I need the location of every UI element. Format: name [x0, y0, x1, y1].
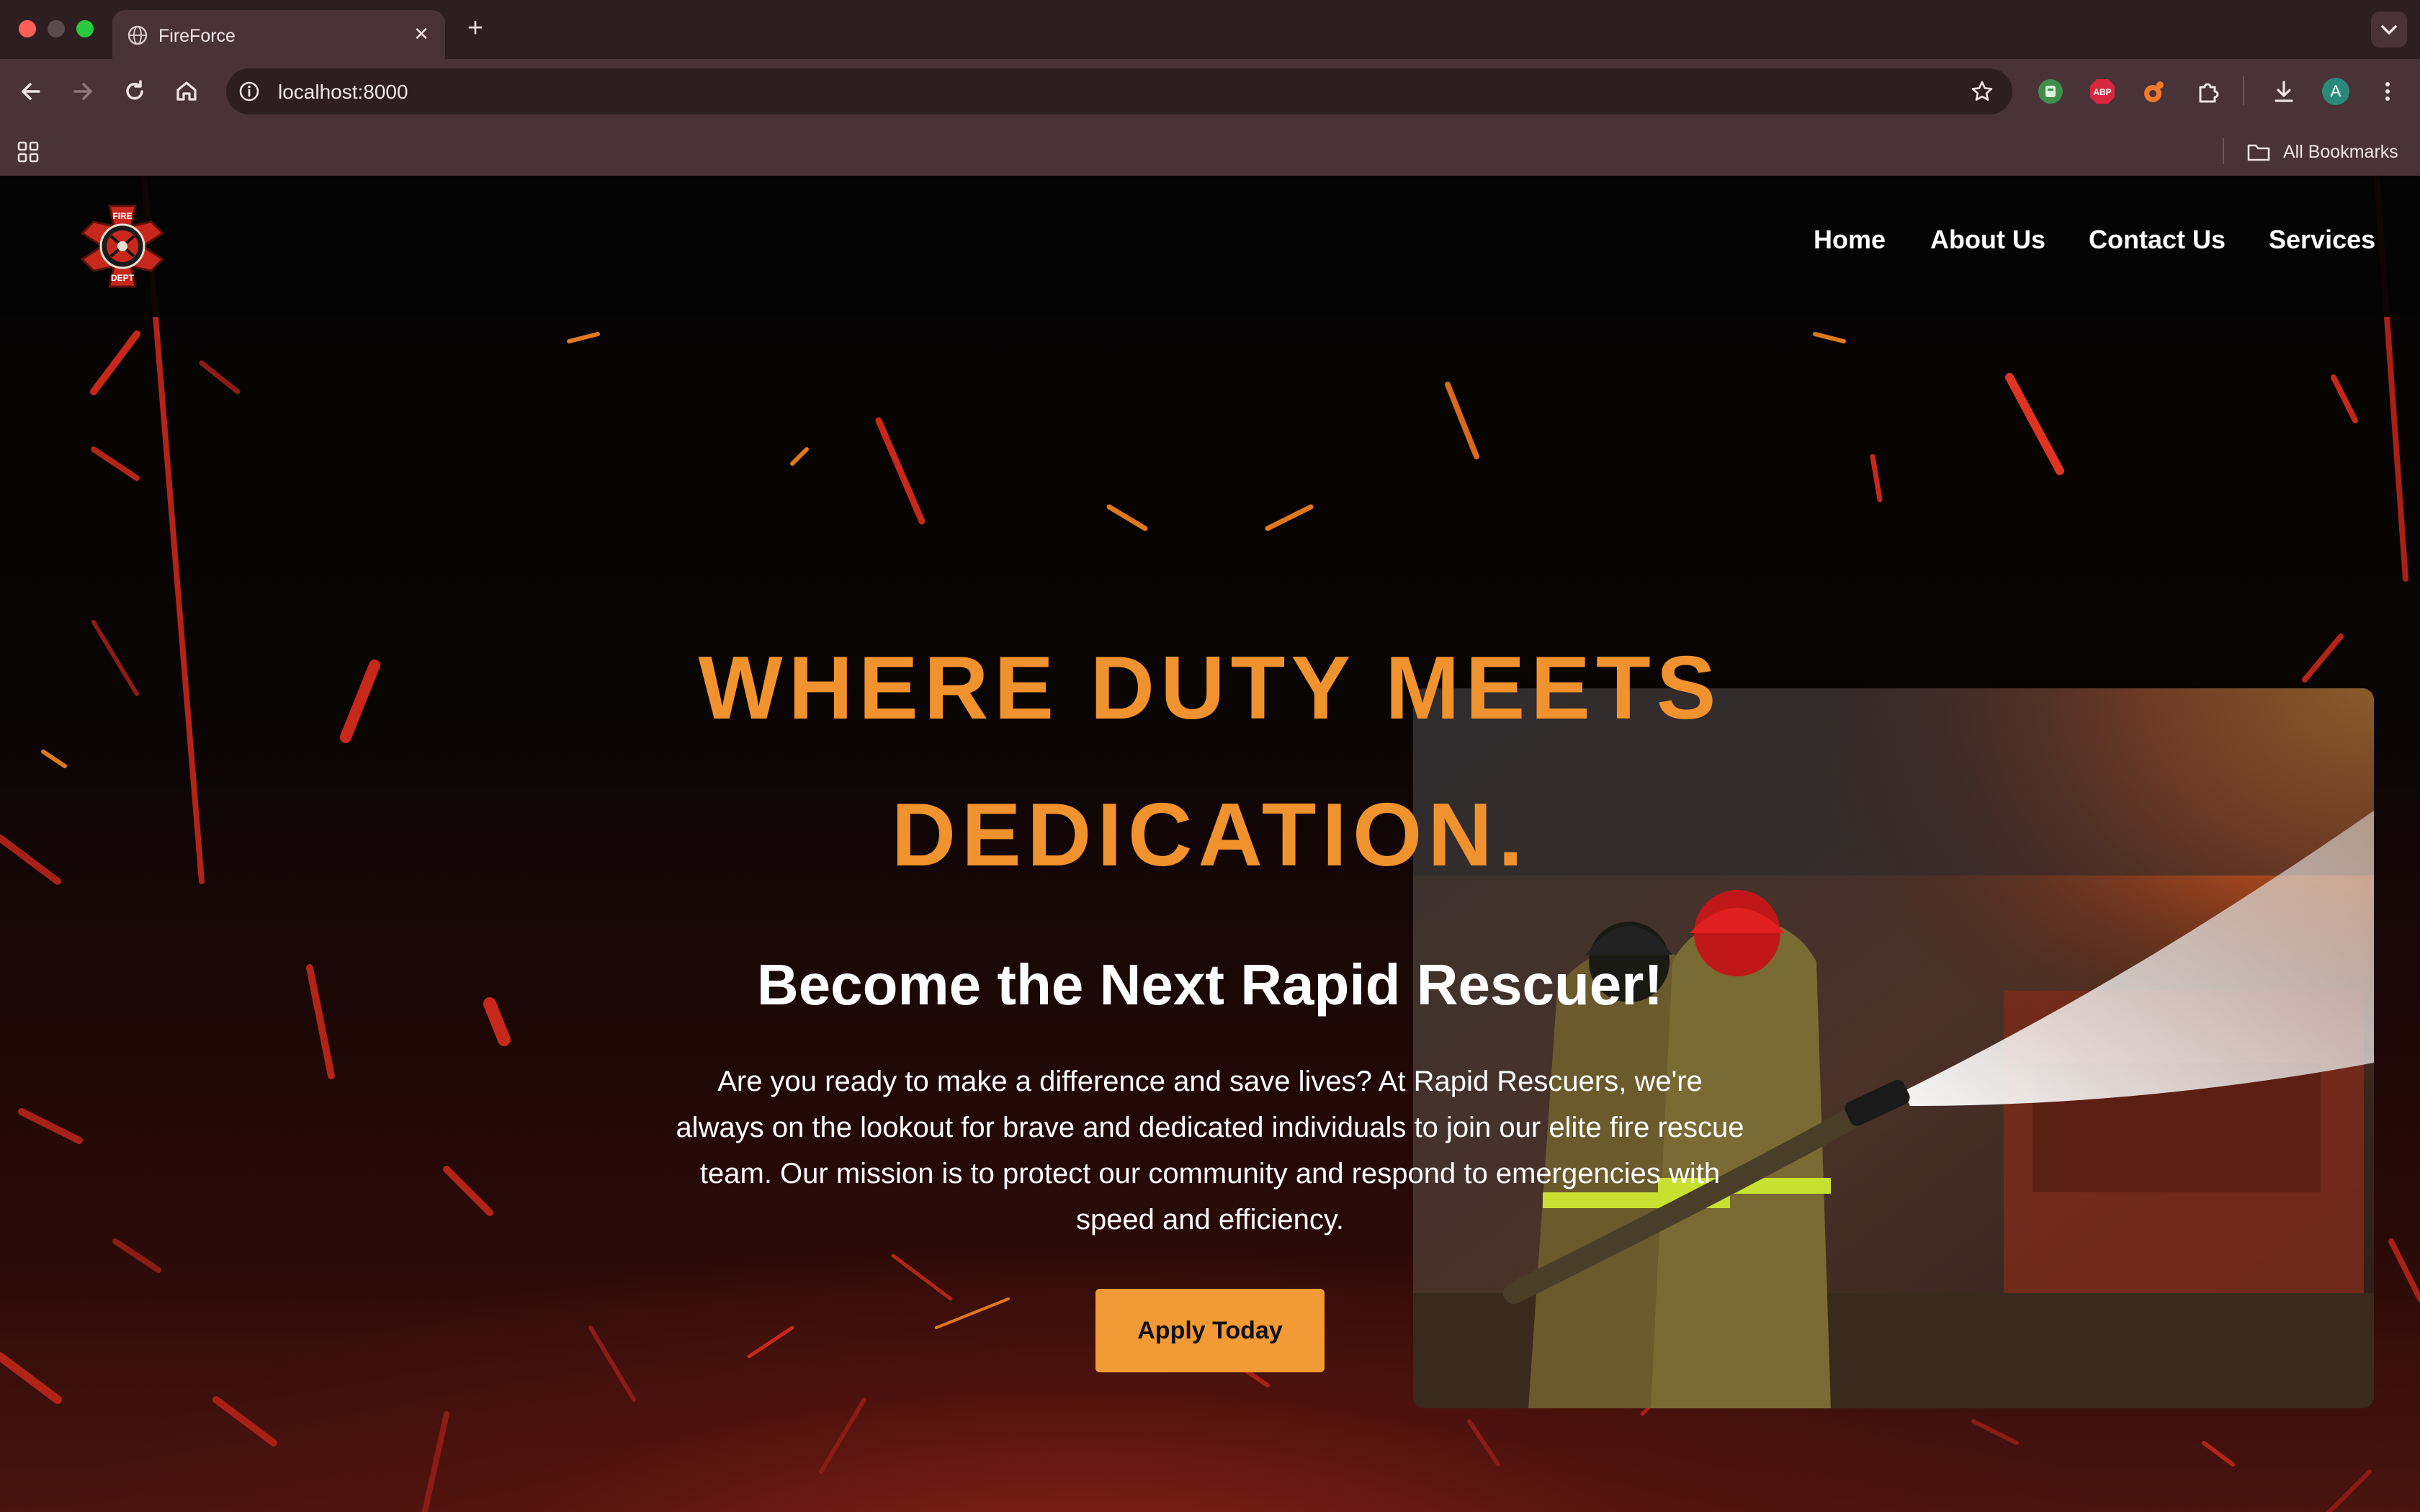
adblock-label: ABP — [2093, 87, 2111, 97]
nav-contact-link[interactable]: Contact Us — [2089, 225, 2226, 255]
minimize-window-button[interactable] — [48, 20, 65, 37]
close-window-button[interactable] — [19, 20, 36, 37]
fire-dept-logo[interactable]: FIRE DEPT — [78, 202, 167, 291]
all-bookmarks-link[interactable]: All Bookmarks — [2283, 142, 2398, 163]
url-text: localhost:8000 — [278, 81, 408, 103]
home-icon[interactable] — [170, 75, 203, 108]
new-tab-button[interactable]: + — [462, 14, 488, 42]
apply-today-button[interactable]: Apply Today — [1095, 1289, 1325, 1372]
globe-icon — [127, 25, 148, 45]
adblock-plus-icon[interactable]: ABP — [2089, 78, 2116, 105]
browser-chrome: FireForce ✕ + localhost:8000 ABP A All B… — [0, 0, 2420, 176]
profile-avatar[interactable]: A — [2322, 78, 2349, 105]
site-info-icon[interactable] — [238, 80, 261, 103]
maximize-window-button[interactable] — [76, 20, 94, 37]
hero-subheading: Become the Next Rapid Rescuer! — [756, 953, 1664, 1017]
bookmarks-divider — [2223, 138, 2224, 164]
kebab-menu-icon[interactable] — [2374, 78, 2401, 105]
puzzle-extensions-icon[interactable] — [2194, 78, 2221, 105]
folder-icon[interactable] — [2246, 140, 2272, 164]
bookmarks-bar: All Bookmarks — [0, 130, 2420, 176]
download-icon[interactable] — [2270, 78, 2298, 105]
logo-text-top: FIRE — [112, 211, 132, 221]
extension-green-icon[interactable] — [2037, 78, 2064, 105]
browser-tab[interactable]: FireForce ✕ — [112, 10, 445, 59]
bookmark-star-icon[interactable] — [1969, 78, 1995, 104]
chevron-down-icon — [2381, 25, 2397, 35]
forward-arrow-icon[interactable] — [66, 75, 99, 108]
toolbar-divider — [2243, 76, 2244, 105]
nav-about-link[interactable]: About Us — [1930, 225, 2045, 255]
web-page: FIRE DEPT Home About Us Contact Us Servi… — [0, 176, 2420, 1512]
headline-line-2: DEDICATION. — [891, 786, 1529, 885]
tab-title: FireForce — [158, 26, 236, 46]
tab-close-icon[interactable]: ✕ — [411, 23, 432, 45]
reload-icon[interactable] — [118, 75, 151, 108]
address-bar[interactable]: localhost:8000 — [226, 68, 2012, 114]
hero-headline: WHERE DUTY MEETS DEDICATION. — [648, 615, 1772, 909]
apps-grid-icon[interactable] — [16, 140, 40, 164]
hero-paragraph: Are you ready to make a difference and s… — [676, 1066, 1744, 1236]
back-arrow-icon[interactable] — [14, 75, 48, 108]
site-navbar: FIRE DEPT Home About Us Contact Us Servi… — [0, 176, 2420, 317]
headline-line-1: WHERE DUTY MEETS — [698, 639, 1722, 738]
nav-home-link[interactable]: Home — [1814, 225, 1886, 255]
tab-strip: FireForce ✕ + — [0, 0, 2420, 59]
extension-orange-icon[interactable] — [2141, 78, 2168, 105]
logo-text-bottom: DEPT — [111, 273, 135, 283]
nav-services-link[interactable]: Services — [2269, 225, 2375, 255]
tab-search-button[interactable] — [2371, 12, 2407, 48]
